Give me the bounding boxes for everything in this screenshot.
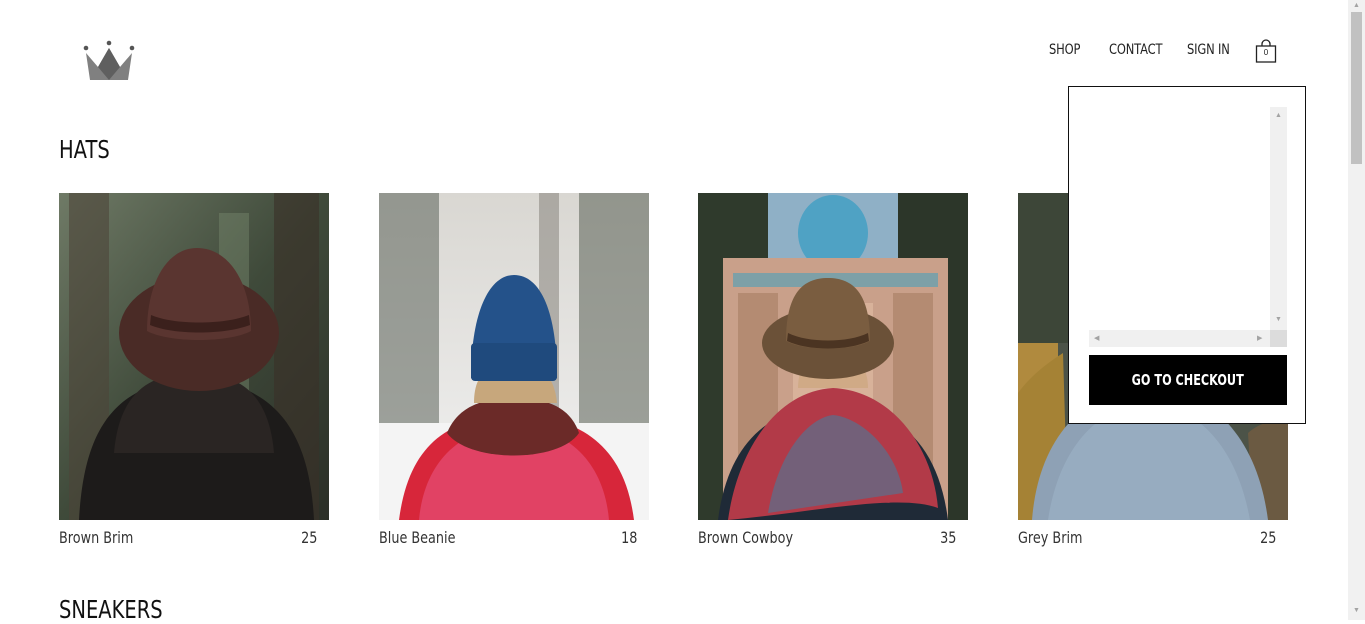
page-scroll-up-arrow-icon[interactable]: ▲ bbox=[1353, 2, 1360, 9]
nav-contact[interactable]: CONTACT bbox=[1109, 42, 1162, 58]
scroll-right-arrow-icon[interactable]: ▶ bbox=[1257, 335, 1262, 342]
nav-sign-in[interactable]: SIGN IN bbox=[1187, 42, 1230, 58]
product-name: Brown Brim bbox=[59, 528, 134, 547]
product-name: Brown Cowboy bbox=[698, 528, 794, 547]
product-card[interactable]: Brown Brim 25 bbox=[59, 193, 329, 550]
product-footer: Grey Brim 25 bbox=[1018, 520, 1288, 550]
scroll-up-arrow-icon[interactable]: ▲ bbox=[1275, 112, 1282, 119]
product-photo-brown-brim bbox=[59, 193, 329, 520]
shopping-bag-icon[interactable]: 0 bbox=[1255, 39, 1277, 63]
product-image[interactable] bbox=[379, 193, 649, 520]
product-price: 18 bbox=[620, 528, 637, 547]
cart-items-list[interactable]: ▲ ▼ ◀ ▶ bbox=[1089, 107, 1287, 347]
checkout-button-label: GO TO CHECKOUT bbox=[1131, 371, 1245, 389]
product-photo-blue-beanie bbox=[379, 193, 649, 520]
scrollbar-corner bbox=[1270, 330, 1287, 347]
product-photo-brown-cowboy bbox=[698, 193, 968, 520]
product-footer: Brown Brim 25 bbox=[59, 520, 329, 550]
product-price: 25 bbox=[300, 528, 317, 547]
scroll-left-arrow-icon[interactable]: ◀ bbox=[1094, 335, 1099, 342]
crown-icon[interactable] bbox=[82, 40, 136, 82]
product-footer: Blue Beanie 18 bbox=[379, 520, 649, 550]
cart-vertical-scrollbar[interactable]: ▲ ▼ bbox=[1270, 107, 1287, 330]
nav-shop[interactable]: SHOP bbox=[1049, 42, 1080, 58]
cart-item-count: 0 bbox=[1263, 48, 1269, 57]
product-card[interactable]: Brown Cowboy 35 bbox=[698, 193, 968, 550]
scroll-down-arrow-icon[interactable]: ▼ bbox=[1275, 316, 1282, 323]
section-title-hats[interactable]: HATS bbox=[59, 135, 110, 164]
page-scroll-thumb[interactable] bbox=[1351, 12, 1362, 164]
cart-horizontal-scrollbar[interactable]: ◀ ▶ bbox=[1089, 330, 1270, 347]
go-to-checkout-button[interactable]: GO TO CHECKOUT bbox=[1089, 355, 1287, 405]
header: SHOP CONTACT SIGN IN 0 bbox=[0, 0, 1348, 100]
product-footer: Brown Cowboy 35 bbox=[698, 520, 968, 550]
page-scroll-down-arrow-icon[interactable]: ▼ bbox=[1353, 607, 1360, 614]
product-image[interactable] bbox=[59, 193, 329, 520]
product-price: 25 bbox=[1259, 528, 1276, 547]
product-name: Grey Brim bbox=[1018, 528, 1083, 547]
product-name: Blue Beanie bbox=[379, 528, 456, 547]
product-card[interactable]: Blue Beanie 18 bbox=[379, 193, 649, 550]
cart-dropdown: ▲ ▼ ◀ ▶ GO TO CHECKOUT bbox=[1068, 86, 1306, 424]
product-image[interactable] bbox=[698, 193, 968, 520]
product-price: 35 bbox=[939, 528, 956, 547]
page-scrollbar[interactable]: ▲ ▼ bbox=[1348, 0, 1365, 620]
